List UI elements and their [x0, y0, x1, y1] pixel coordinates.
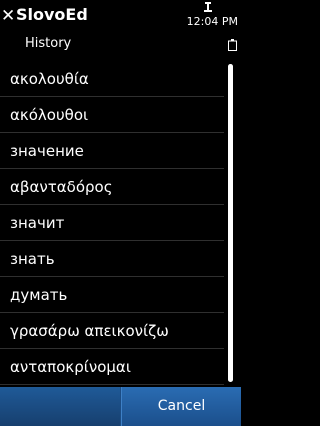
- history-item[interactable]: αβανταδόρος: [0, 169, 224, 205]
- history-item[interactable]: думать: [0, 277, 224, 313]
- history-item[interactable]: γρασάρω απεικονίζω: [0, 313, 224, 349]
- softkey-bar: Cancel: [0, 387, 241, 426]
- scrollbar[interactable]: [226, 64, 236, 382]
- history-item[interactable]: ανταποκρίνομαι: [0, 349, 224, 385]
- page-subtitle: History: [25, 36, 72, 51]
- history-item[interactable]: ακόλουθοι: [0, 97, 224, 133]
- history-item[interactable]: значит: [0, 205, 224, 241]
- history-item[interactable]: значение: [0, 133, 224, 169]
- cancel-button[interactable]: Cancel: [121, 387, 241, 426]
- history-list: ακολουθία ακόλουθοι значение αβανταδόρος…: [0, 61, 224, 386]
- clock: 12:04 PM: [186, 15, 238, 28]
- status-bar: ✕ SlovoEd History 12:04 PM: [0, 0, 240, 58]
- app-title: SlovoEd: [16, 5, 88, 24]
- signal-icon: [204, 2, 212, 12]
- left-softkey[interactable]: [0, 387, 120, 426]
- scroll-thumb[interactable]: [228, 64, 233, 382]
- history-item[interactable]: знать: [0, 241, 224, 277]
- battery-icon: [228, 39, 237, 51]
- close-icon[interactable]: ✕: [1, 5, 15, 27]
- history-item[interactable]: ακολουθία: [0, 61, 224, 97]
